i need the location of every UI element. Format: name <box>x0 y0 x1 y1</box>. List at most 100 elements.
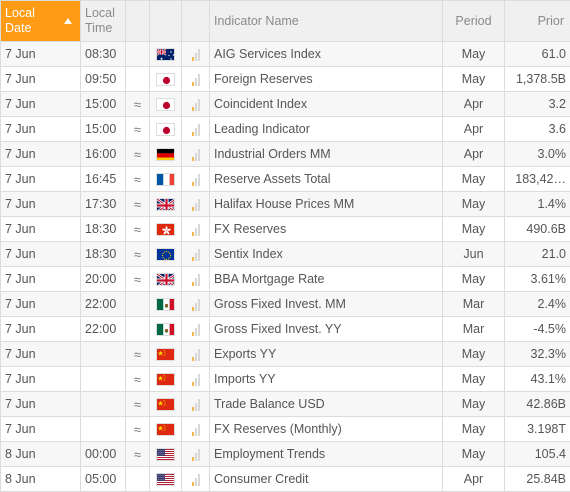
row-indicator-name[interactable]: Foreign Reserves <box>209 66 443 92</box>
row-period: May <box>442 366 505 392</box>
column-header-local-time[interactable]: Local Time <box>80 0 126 42</box>
table-row[interactable]: 7 Jun 09:50 Foreign Reserves May 1,378.5B <box>0 66 570 92</box>
importance-bars-icon <box>191 323 200 336</box>
country-cell <box>149 416 182 442</box>
country-cell <box>149 266 182 292</box>
table-row[interactable]: 7 Jun ≈ FX Reserves (Monthly) May 3.198T <box>0 416 570 442</box>
row-date: 7 Jun <box>0 116 81 142</box>
row-indicator-name[interactable]: Sentix Index <box>209 241 443 267</box>
country-cell <box>149 91 182 117</box>
importance-bars-icon <box>191 73 200 86</box>
eu-flag-icon <box>156 248 175 262</box>
country-cell <box>149 441 182 467</box>
country-cell <box>149 341 182 367</box>
table-row[interactable]: 7 Jun 08:30 AIG Services Index May 61.0 <box>0 41 570 67</box>
column-header-importance <box>181 0 210 42</box>
row-date: 7 Jun <box>0 341 81 367</box>
row-indicator-name[interactable]: Halifax House Prices MM <box>209 191 443 217</box>
row-indicator-name[interactable]: Exports YY <box>209 341 443 367</box>
row-indicator-name[interactable]: Gross Fixed Invest. MM <box>209 291 443 317</box>
importance-bars-icon <box>191 148 200 161</box>
row-prior: -4.5% <box>504 316 570 342</box>
economic-calendar-table: Local Date Local Time Indicator Name Per… <box>0 0 570 492</box>
table-row[interactable]: 7 Jun 20:00 ≈ BBA Mortgage Rate May 3.61% <box>0 266 570 292</box>
table-row[interactable]: 7 Jun 18:30 ≈ Sentix Index Jun 21.0 <box>0 241 570 267</box>
france-flag-icon <box>156 173 175 187</box>
row-prior: 42.86B <box>504 391 570 417</box>
table-row[interactable]: 7 Jun 15:00 ≈ Leading Indicator Apr 3.6 <box>0 116 570 142</box>
table-row[interactable]: 7 Jun 16:00 ≈ Industrial Orders MM Apr 3.0% <box>0 141 570 167</box>
hongkong-flag-icon <box>156 223 175 237</box>
importance-cell <box>181 341 210 367</box>
row-time: 16:00 <box>80 141 126 167</box>
column-header-local-date[interactable]: Local Date <box>0 0 81 42</box>
row-prior: 3.2 <box>504 91 570 117</box>
importance-bars-icon <box>191 298 200 311</box>
row-prior: 25.84B <box>504 466 570 492</box>
row-time <box>80 341 126 367</box>
row-time: 22:00 <box>80 316 126 342</box>
country-cell <box>149 291 182 317</box>
importance-cell <box>181 466 210 492</box>
indicator-name-header-label: Indicator Name <box>214 13 299 28</box>
row-prior: 183,42… <box>504 166 570 192</box>
row-time: 00:00 <box>80 441 126 467</box>
column-header-prior[interactable]: Prior <box>504 0 570 42</box>
approx-icon: ≈ <box>125 416 150 442</box>
row-date: 7 Jun <box>0 316 81 342</box>
country-cell <box>149 241 182 267</box>
importance-cell <box>181 116 210 142</box>
approx-icon: ≈ <box>125 366 150 392</box>
importance-cell <box>181 41 210 67</box>
row-time: 22:00 <box>80 291 126 317</box>
column-header-period[interactable]: Period <box>442 0 505 42</box>
country-cell <box>149 141 182 167</box>
table-row[interactable]: 7 Jun 22:00 Gross Fixed Invest. MM Mar 2.4% <box>0 291 570 317</box>
approx-icon: ≈ <box>125 191 150 217</box>
row-indicator-name[interactable]: FX Reserves <box>209 216 443 242</box>
uk-flag-icon <box>156 198 175 212</box>
row-period: May <box>442 441 505 467</box>
importance-cell <box>181 191 210 217</box>
table-row[interactable]: 7 Jun 17:30 ≈ Halifax House Prices MM May 1.4… <box>0 191 570 217</box>
row-indicator-name[interactable]: Gross Fixed Invest. YY <box>209 316 443 342</box>
table-row[interactable]: 7 Jun 16:45 ≈ Reserve Assets Total May 183,42… <box>0 166 570 192</box>
china-flag-icon <box>156 373 175 387</box>
row-indicator-name[interactable]: Employment Trends <box>209 441 443 467</box>
table-row[interactable]: 7 Jun ≈ Exports YY May 32.3% <box>0 341 570 367</box>
column-header-indicator-name[interactable]: Indicator Name <box>209 0 443 42</box>
row-indicator-name[interactable]: AIG Services Index <box>209 41 443 67</box>
china-flag-icon <box>156 423 175 437</box>
importance-cell <box>181 366 210 392</box>
table-row[interactable]: 7 Jun ≈ Trade Balance USD May 42.86B <box>0 391 570 417</box>
table-row[interactable]: 7 Jun 22:00 Gross Fixed Invest. YY Mar -4.5% <box>0 316 570 342</box>
row-time: 09:50 <box>80 66 126 92</box>
row-indicator-name[interactable]: Leading Indicator <box>209 116 443 142</box>
row-period: Mar <box>442 316 505 342</box>
row-indicator-name[interactable]: Trade Balance USD <box>209 391 443 417</box>
row-period: May <box>442 391 505 417</box>
table-header-row: Local Date Local Time Indicator Name Per… <box>0 0 570 42</box>
japan-flag-icon <box>156 123 175 137</box>
row-indicator-name[interactable]: Consumer Credit <box>209 466 443 492</box>
row-period: May <box>442 266 505 292</box>
table-row[interactable]: 7 Jun 18:30 ≈ FX Reserves May 490.6B <box>0 216 570 242</box>
importance-cell <box>181 141 210 167</box>
australia-flag-icon <box>156 48 175 62</box>
table-row[interactable]: 7 Jun 15:00 ≈ Coincident Index Apr 3.2 <box>0 91 570 117</box>
row-time <box>80 391 126 417</box>
prior-header-label: Prior <box>537 14 564 28</box>
row-indicator-name[interactable]: BBA Mortgage Rate <box>209 266 443 292</box>
row-indicator-name[interactable]: Imports YY <box>209 366 443 392</box>
table-row[interactable]: 7 Jun ≈ Imports YY May 43.1% <box>0 366 570 392</box>
importance-cell <box>181 391 210 417</box>
table-row[interactable]: 8 Jun 00:00 ≈ Employment Trends May 105.4 <box>0 441 570 467</box>
row-indicator-name[interactable]: FX Reserves (Monthly) <box>209 416 443 442</box>
row-indicator-name[interactable]: Coincident Index <box>209 91 443 117</box>
column-header-approx <box>125 0 150 42</box>
row-indicator-name[interactable]: Industrial Orders MM <box>209 141 443 167</box>
row-indicator-name[interactable]: Reserve Assets Total <box>209 166 443 192</box>
table-row[interactable]: 8 Jun 05:00 Consumer Credit Apr 25.84B <box>0 466 570 492</box>
importance-bars-icon <box>191 423 200 436</box>
row-date: 7 Jun <box>0 291 81 317</box>
